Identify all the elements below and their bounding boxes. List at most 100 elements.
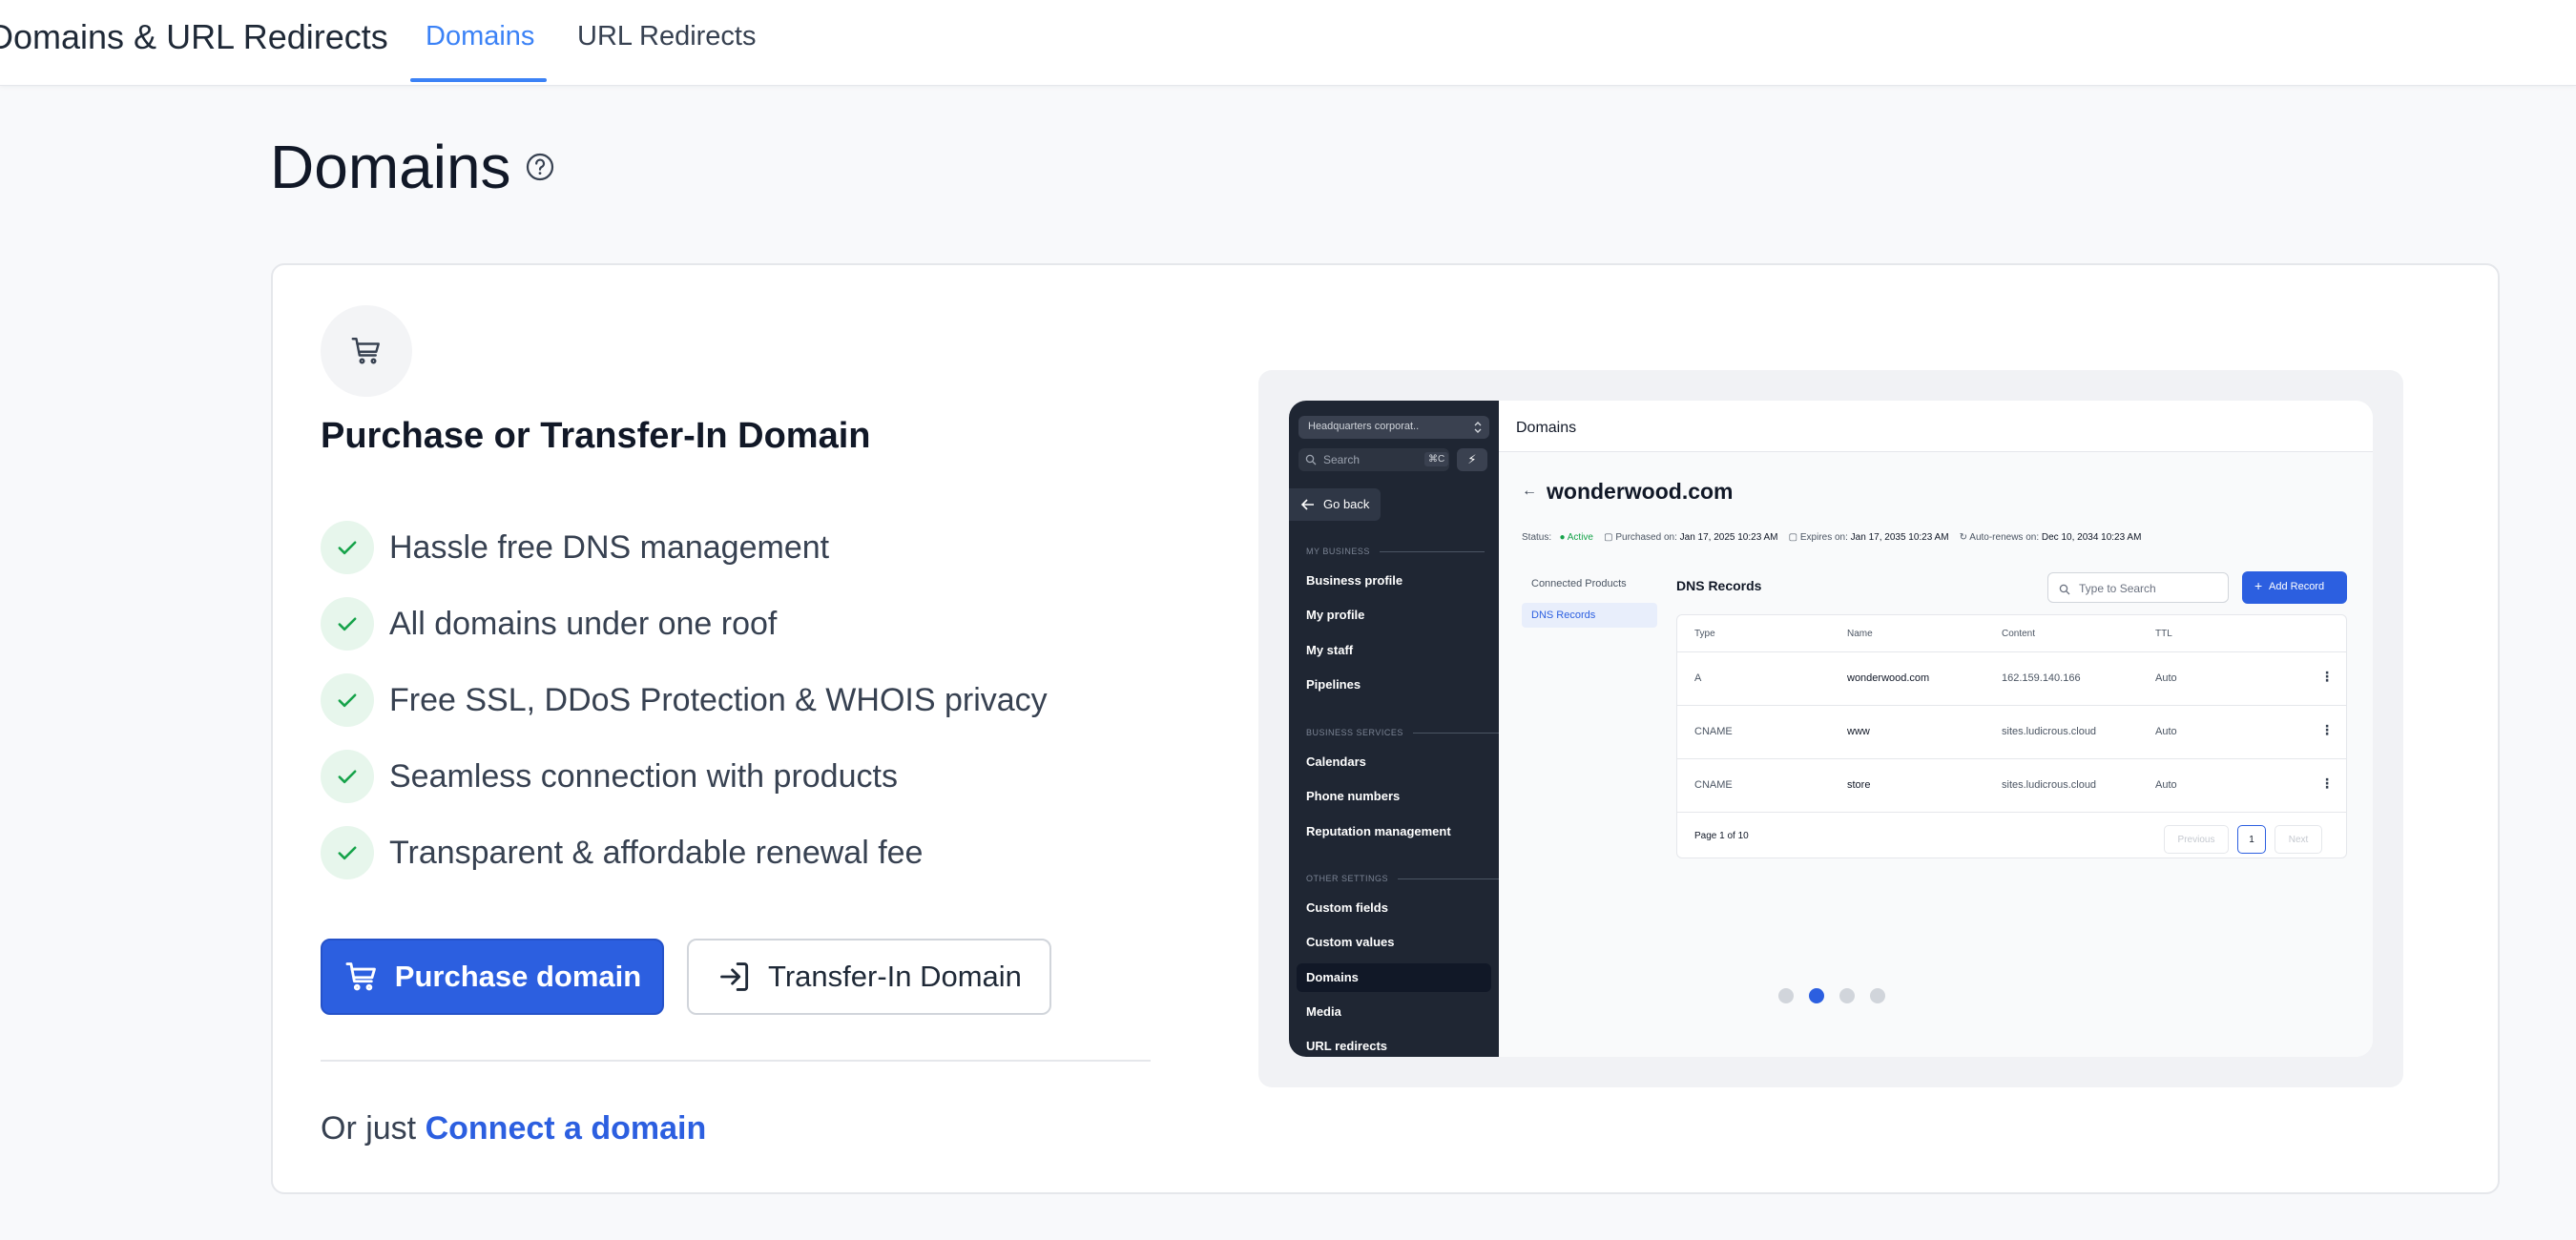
- feature-item: Transparent & affordable renewal fee: [321, 826, 923, 879]
- preview-subnav-item-active: DNS Records: [1522, 603, 1657, 628]
- connect-domain-link[interactable]: Connect a domain: [426, 1110, 707, 1147]
- plus-icon: +: [2254, 578, 2263, 593]
- preview-nav-item: My staff: [1306, 643, 1354, 657]
- preview-section-label: BUSINESS SERVICES: [1306, 728, 1518, 737]
- preview-nav-item: Calendars: [1306, 754, 1366, 769]
- arrow-left-icon: ←: [1522, 483, 1537, 499]
- purchased-value: Jan 17, 2025 10:23 AM: [1679, 532, 1778, 543]
- shopping-cart-icon: [351, 338, 380, 364]
- status-label: Status:: [1522, 532, 1552, 543]
- status-value: Active: [1567, 532, 1593, 543]
- preview-domain-name: wonderwood.com: [1547, 479, 1734, 504]
- preview-prev-button: Previous: [2164, 825, 2229, 854]
- preview-screenshot: Headquarters corporat.. Search ⌘C ⚡ Go b…: [1289, 401, 2373, 1057]
- feature-item: Free SSL, DDoS Protection & WHOIS privac…: [321, 673, 1048, 727]
- feature-text: Transparent & affordable renewal fee: [389, 834, 924, 871]
- carousel-dot[interactable]: [1778, 988, 1794, 1003]
- carousel-dot[interactable]: [1870, 988, 1885, 1003]
- transfer-in-domain-label: Transfer-In Domain: [768, 960, 1022, 993]
- preview-table-search: Type to Search: [2047, 572, 2229, 603]
- bolt-icon: ⚡: [1457, 448, 1487, 471]
- updown-chevron-icon: [1474, 422, 1482, 433]
- top-bar: Domains & URL Redirects Domains URL Redi…: [0, 0, 2576, 86]
- check-icon: [321, 597, 374, 651]
- cell-ttl: Auto: [2155, 672, 2177, 684]
- cell-content: sites.ludicrous.cloud: [2002, 726, 2097, 737]
- purchased-label: Purchased on:: [1615, 532, 1677, 543]
- transfer-in-domain-button[interactable]: Transfer-In Domain: [687, 939, 1051, 1015]
- kebab-menu-icon: ⋮: [2320, 722, 2334, 737]
- help-icon[interactable]: [525, 152, 555, 182]
- purchase-domain-button[interactable]: Purchase domain: [321, 939, 664, 1015]
- preview-shortcut: ⌘C: [1424, 452, 1449, 466]
- search-icon: [2059, 584, 2070, 595]
- preview-next-button: Next: [2275, 825, 2322, 854]
- feature-item: Hassle free DNS management: [321, 521, 829, 574]
- refresh-icon: ↻: [1959, 532, 1968, 543]
- cart-badge: [321, 305, 412, 397]
- row-divider: [1677, 651, 2346, 652]
- purchase-domain-label: Purchase domain: [394, 960, 642, 993]
- preview-nav-item: Business profile: [1306, 573, 1403, 588]
- preview-nav-item: Custom values: [1306, 935, 1395, 949]
- renews-value: Dec 10, 2034 10:23 AM: [2041, 532, 2142, 543]
- tab-url-redirects[interactable]: URL Redirects: [577, 21, 756, 52]
- cell-ttl: Auto: [2155, 779, 2177, 791]
- status-dot-icon: ●: [1559, 532, 1566, 543]
- row-divider: [1677, 705, 2346, 706]
- cell-name: store: [1847, 779, 1871, 791]
- connect-domain-row: Or just Connect a domain: [321, 1110, 706, 1147]
- column-header: Content: [2002, 629, 2036, 639]
- card-heading: Purchase or Transfer-In Domain: [321, 416, 871, 456]
- feature-text: Free SSL, DDoS Protection & WHOIS privac…: [389, 681, 1048, 718]
- page-title: Domains: [270, 133, 511, 201]
- column-header: TTL: [2155, 629, 2172, 639]
- preview-nav-item-active: Domains: [1306, 970, 1359, 984]
- check-icon: [321, 521, 374, 574]
- feature-text: Hassle free DNS management: [389, 528, 830, 566]
- column-header: Type: [1694, 629, 1715, 639]
- check-icon: [321, 673, 374, 727]
- cell-name: wonderwood.com: [1847, 672, 1930, 684]
- app-title: Domains & URL Redirects: [0, 17, 388, 56]
- carousel-dot-active[interactable]: [1809, 988, 1824, 1003]
- feature-item: Seamless connection with products: [321, 750, 898, 803]
- purchase-card: Purchase or Transfer-In Domain Hassle fr…: [271, 263, 2500, 1194]
- check-icon: [321, 750, 374, 803]
- preview-main: Domains ← wonderwood.com Status: ● Activ…: [1499, 401, 2373, 1057]
- cell-ttl: Auto: [2155, 726, 2177, 737]
- preview-nav-item: Media: [1306, 1004, 1341, 1019]
- preview-dns-title: DNS Records: [1676, 578, 1762, 593]
- preview-page-info: Page 1 of 10: [1694, 831, 1749, 841]
- preview-section-label: MY BUSINESS: [1306, 547, 1485, 556]
- preview-nav-item: My profile: [1306, 608, 1365, 622]
- active-tab-indicator: [410, 78, 547, 82]
- preview-nav-item: Custom fields: [1306, 900, 1388, 915]
- tab-domains[interactable]: Domains: [426, 21, 534, 52]
- divider: [321, 1060, 1151, 1062]
- cell-content: sites.ludicrous.cloud: [2002, 779, 2097, 791]
- preview-dns-table: Type Name Content TTL A wonderwood.com 1…: [1676, 614, 2347, 858]
- column-header: Name: [1847, 629, 1873, 639]
- cell-type: A: [1694, 672, 1702, 684]
- cell-type: CNAME: [1694, 726, 1733, 737]
- feature-text: All domains under one roof: [389, 605, 778, 642]
- check-icon: [321, 826, 374, 879]
- calendar-icon: ▢: [1788, 532, 1798, 543]
- feature-item: All domains under one roof: [321, 597, 777, 651]
- preview-nav-item: URL redirects: [1306, 1039, 1388, 1053]
- preview-status-row: Status: ● Active ▢ Purchased on: Jan 17,…: [1522, 532, 2141, 543]
- carousel-dot[interactable]: [1839, 988, 1855, 1003]
- row-divider: [1677, 812, 2346, 813]
- cell-content: 162.159.140.166: [2002, 672, 2081, 684]
- preview-carousel: Headquarters corporat.. Search ⌘C ⚡ Go b…: [1258, 370, 2403, 1087]
- preview-page-number: 1: [2237, 825, 2266, 854]
- kebab-menu-icon: ⋮: [2320, 669, 2334, 684]
- preview-section-label: OTHER SETTINGS: [1306, 874, 1503, 883]
- preview-sidebar: Headquarters corporat.. Search ⌘C ⚡ Go b…: [1289, 401, 1499, 1057]
- row-divider: [1677, 758, 2346, 759]
- calendar-icon: ▢: [1604, 532, 1613, 543]
- preview-account-switcher: Headquarters corporat..: [1298, 416, 1489, 439]
- preview-nav-item: Reputation management: [1306, 824, 1451, 838]
- connect-prefix: Or just: [321, 1110, 417, 1147]
